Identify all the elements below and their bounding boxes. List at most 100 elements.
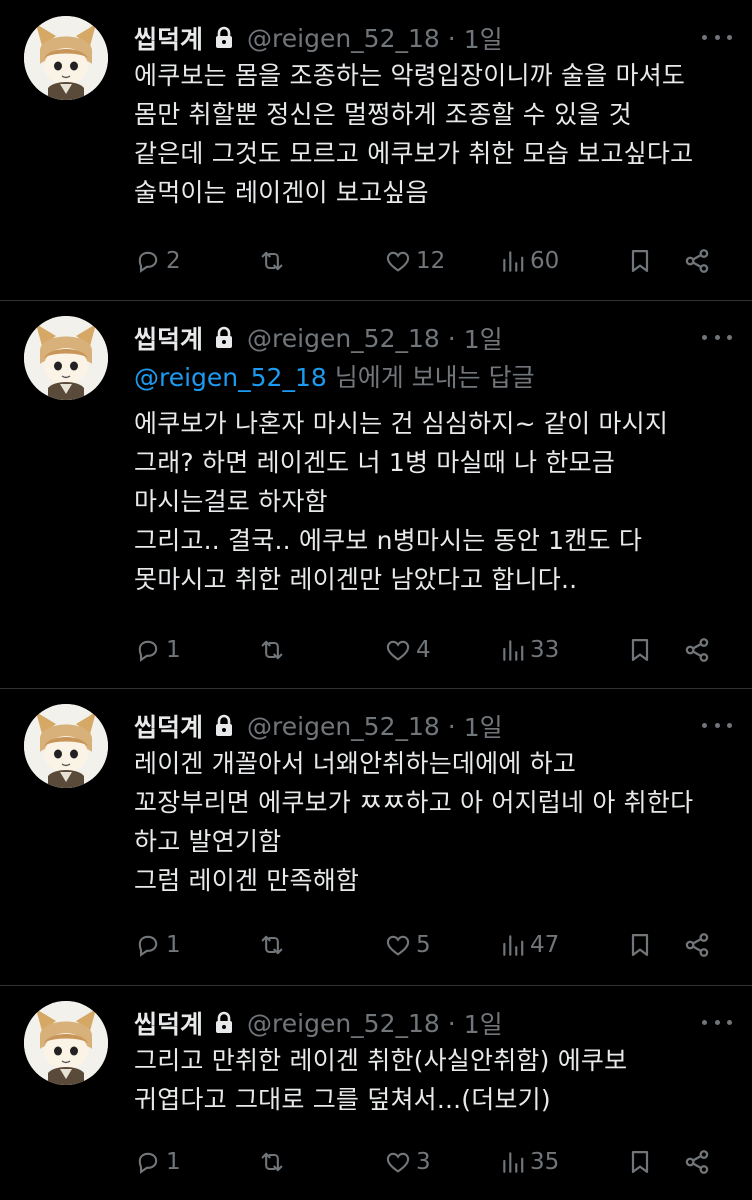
avatar[interactable]: [24, 1001, 108, 1085]
reply-button[interactable]: 1: [134, 630, 181, 670]
views-button[interactable]: 35: [500, 1142, 559, 1182]
views-icon: [500, 1149, 526, 1175]
avatar[interactable]: [24, 16, 108, 100]
retweet-icon: [258, 1148, 286, 1176]
bookmark-button[interactable]: [626, 925, 654, 965]
bookmark-icon: [626, 931, 654, 959]
like-count: 3: [416, 1149, 431, 1175]
action-bar: 1 3 35: [134, 1142, 714, 1182]
heart-icon: [384, 636, 412, 664]
author-name[interactable]: 씹덕계: [134, 20, 203, 56]
reply-count: 1: [166, 637, 181, 663]
author-handle[interactable]: @reigen_52_18: [247, 712, 440, 741]
more-icon[interactable]: [702, 712, 732, 738]
more-icon[interactable]: [702, 324, 732, 350]
author-handle[interactable]: @reigen_52_18: [247, 24, 440, 53]
reply-button[interactable]: 2: [134, 241, 181, 281]
retweet-button[interactable]: [258, 925, 290, 965]
tweet[interactable]: 씹덕계 @reigen_52_18 · 1일 @reigen_52_18 님에게…: [0, 300, 752, 688]
like-button[interactable]: 12: [384, 241, 445, 281]
timestamp[interactable]: 1일: [464, 320, 503, 356]
action-bar: 1 5 47: [134, 925, 714, 965]
share-icon: [682, 246, 712, 276]
tweet-text-line: 귀엽다고 그대로 그를 덮쳐서...(더보기): [134, 1085, 551, 1114]
like-button[interactable]: 3: [384, 1142, 431, 1182]
retweet-button[interactable]: [258, 1142, 290, 1182]
share-button[interactable]: [682, 630, 712, 670]
bookmark-icon: [626, 247, 654, 275]
action-bar: 2 12 60: [134, 241, 714, 281]
retweet-button[interactable]: [258, 630, 290, 670]
tweet-text-line: 에쿠보가 나혼자 마시는 건 심심하지~ 같이 마시지: [134, 409, 669, 438]
tweet-text-line: 같은데 그것도 모르고 에쿠보가 취한 모습 보고싶다고: [134, 139, 694, 168]
like-button[interactable]: 4: [384, 630, 431, 670]
timestamp[interactable]: 1일: [464, 20, 503, 56]
views-count: 60: [530, 248, 560, 274]
reply-count: 1: [166, 932, 181, 958]
lock-icon: [213, 326, 235, 350]
share-icon: [682, 635, 712, 665]
separator-dot: ·: [447, 1008, 456, 1038]
reply-button[interactable]: 1: [134, 925, 181, 965]
author-handle[interactable]: @reigen_52_18: [247, 324, 440, 353]
heart-icon: [384, 1148, 412, 1176]
tweet[interactable]: 씹덕계 @reigen_52_18 · 1일 그리고 만취한 레이겐 취한(사실…: [0, 985, 752, 1200]
lock-icon: [213, 714, 235, 738]
views-count: 47: [530, 932, 560, 958]
avatar[interactable]: [24, 704, 108, 788]
tweet-text: 에쿠보가 나혼자 마시는 건 심심하지~ 같이 마시지 그래? 하면 레이겐도 너…: [134, 404, 734, 599]
timestamp[interactable]: 1일: [464, 708, 503, 744]
lock-icon: [213, 26, 235, 50]
bookmark-button[interactable]: [626, 241, 654, 281]
tweet-text-line: 몸만 취할뿐 정신은 멀쩡하게 조종할 수 있을 것: [134, 100, 632, 129]
tweet-header: 씹덕계 @reigen_52_18 · 1일: [134, 1003, 732, 1043]
bookmark-icon: [626, 636, 654, 664]
separator-dot: ·: [447, 23, 456, 53]
timestamp[interactable]: 1일: [464, 1005, 503, 1041]
views-icon: [500, 248, 526, 274]
tweet[interactable]: 씹덕계 @reigen_52_18 · 1일 에쿠보는 몸을 조종하는 악령입장…: [0, 0, 752, 300]
tweet-text: 레이겐 개꼴아서 너왜안취하는데에에 하고 꼬장부리면 에쿠보가 ㅉㅉ하고 아 어…: [134, 744, 734, 900]
author-name[interactable]: 씹덕계: [134, 1005, 203, 1041]
author-name[interactable]: 씹덕계: [134, 320, 203, 356]
reply-count: 1: [166, 1149, 181, 1175]
replying-to-label: 님에게 보내는 답글: [326, 363, 535, 392]
share-button[interactable]: [682, 925, 712, 965]
author-name[interactable]: 씹덕계: [134, 708, 203, 744]
views-button[interactable]: 60: [500, 241, 559, 281]
share-button[interactable]: [682, 241, 712, 281]
mention-link[interactable]: @reigen_52_18: [134, 363, 327, 392]
views-count: 33: [530, 637, 560, 663]
views-icon: [500, 637, 526, 663]
reply-icon: [134, 931, 162, 959]
views-button[interactable]: 33: [500, 630, 559, 670]
tweet-header: 씹덕계 @reigen_52_18 · 1일: [134, 706, 732, 746]
retweet-icon: [258, 247, 286, 275]
tweet-text-line: 레이겐 개꼴아서 너왜안취하는데에에 하고: [134, 749, 577, 778]
avatar[interactable]: [24, 316, 108, 400]
share-button[interactable]: [682, 1142, 712, 1182]
bookmark-button[interactable]: [626, 1142, 654, 1182]
views-button[interactable]: 47: [500, 925, 559, 965]
like-count: 5: [416, 932, 431, 958]
retweet-icon: [258, 931, 286, 959]
more-icon[interactable]: [702, 1009, 732, 1035]
tweet-text-line: 그리고.. 결국.. 에쿠보 n병마시는 동안 1캔도 다: [134, 526, 643, 555]
reply-button[interactable]: 1: [134, 1142, 181, 1182]
tweet[interactable]: 씹덕계 @reigen_52_18 · 1일 레이겐 개꼴아서 너왜안취하는데에…: [0, 688, 752, 985]
heart-icon: [384, 931, 412, 959]
like-button[interactable]: 5: [384, 925, 431, 965]
share-icon: [682, 1147, 712, 1177]
more-icon[interactable]: [702, 24, 732, 50]
views-icon: [500, 932, 526, 958]
separator-dot: ·: [447, 711, 456, 741]
retweet-icon: [258, 636, 286, 664]
bookmark-button[interactable]: [626, 630, 654, 670]
heart-icon: [384, 247, 412, 275]
tweet-text-line: 에쿠보는 몸을 조종하는 악령입장이니까 술을 마셔도: [134, 61, 686, 90]
tweet-text-line: 못마시고 취한 레이겐만 남았다고 합니다..: [134, 565, 578, 594]
reply-icon: [134, 1148, 162, 1176]
author-handle[interactable]: @reigen_52_18: [247, 1009, 440, 1038]
retweet-button[interactable]: [258, 241, 290, 281]
tweet-header: 씹덕계 @reigen_52_18 · 1일: [134, 318, 732, 358]
